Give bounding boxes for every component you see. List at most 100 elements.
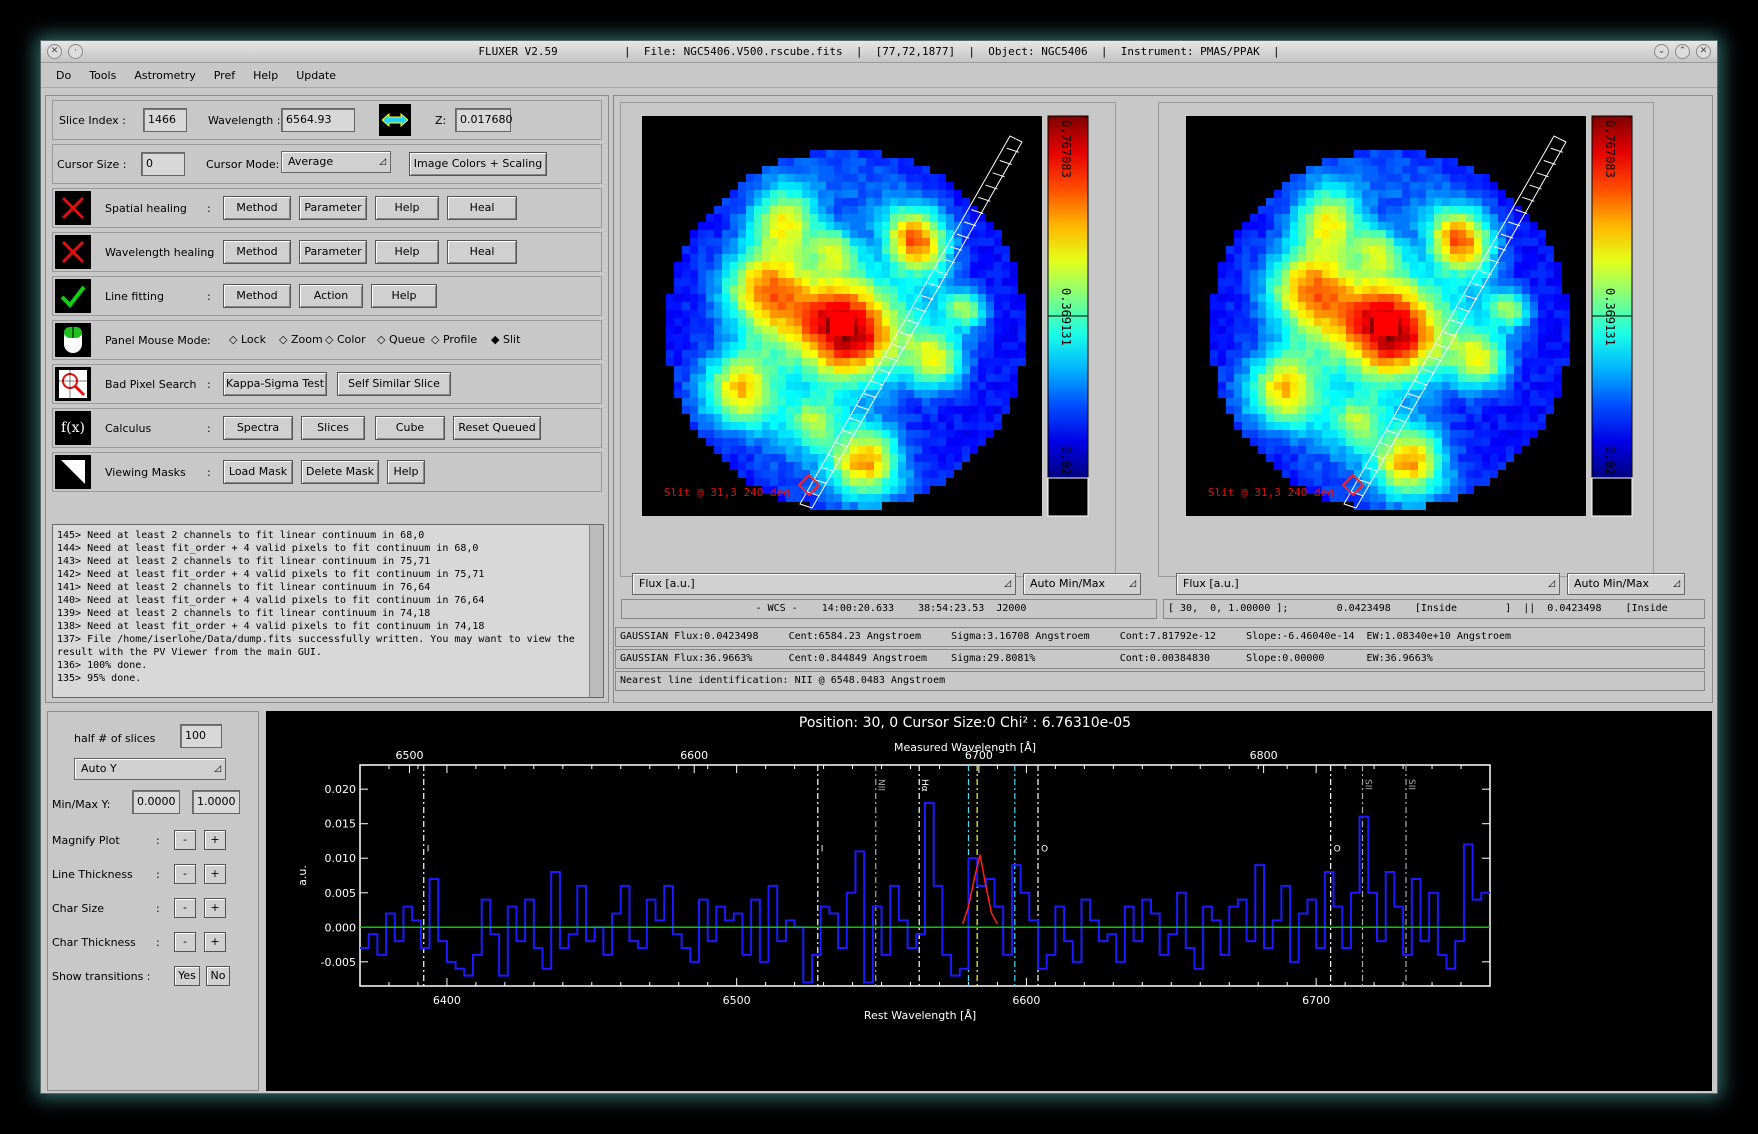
spatial-method-button[interactable]: Method: [223, 196, 291, 220]
y-tick-label: 0.005: [325, 887, 357, 900]
wavelength-method-button[interactable]: Method: [223, 240, 291, 264]
function-icon: f(x): [55, 411, 91, 445]
mouse-mode-row: Panel Mouse Mode : ◇ Lock ◇ Zoom ◇ Color…: [52, 320, 602, 360]
menu-astrometry[interactable]: Astrometry: [125, 69, 204, 82]
maximize-icon[interactable]: ⌃: [1675, 44, 1690, 59]
magnify-minus-button[interactable]: -: [174, 830, 196, 850]
transition-label: I: [821, 844, 824, 854]
slice-row: Slice Index : 1466 Wavelength : 6564.93 …: [52, 100, 602, 140]
scale-dropdown-right[interactable]: Auto Min/Max ◿: [1567, 573, 1685, 595]
app-menu-icon[interactable]: ✕: [47, 44, 62, 59]
colorbar-min: 0.02: [1603, 446, 1617, 475]
masks-help-button[interactable]: Help: [387, 460, 425, 484]
calculus-label: Calculus: [105, 422, 152, 435]
z-label: Z:: [435, 114, 447, 127]
menu-help[interactable]: Help: [244, 69, 287, 82]
y-axis-label: a.u.: [296, 865, 309, 886]
colon: :: [207, 334, 211, 347]
colon: :: [207, 202, 211, 215]
cursor-mode-dropdown[interactable]: Average ◿: [281, 151, 391, 173]
half-slices-input[interactable]: 100: [180, 724, 222, 748]
z-input[interactable]: 0.017680: [455, 108, 513, 132]
transition-label: I: [427, 844, 430, 854]
char-thickness-minus-button[interactable]: -: [174, 932, 196, 952]
auto-y-dropdown[interactable]: Auto Y ◿: [74, 758, 226, 780]
radio-profile[interactable]: ◇ Profile: [431, 333, 477, 346]
spectra-button[interactable]: Spectra: [223, 416, 293, 440]
max-y-input[interactable]: 1.0000: [192, 790, 240, 814]
galaxy-image-left[interactable]: Slit @ 31,3 240 deg 0.767083 0.369131 0.02: [640, 114, 1150, 564]
log-line: 137> File /home/iserlohe/Data/dump.fits …: [57, 634, 575, 645]
cube-button[interactable]: Cube: [375, 416, 445, 440]
minimize-icon[interactable]: ⌄: [1654, 44, 1669, 59]
x-tick-label: 6500: [723, 994, 751, 1007]
galaxy-image-right[interactable]: Slit @ 31,3 240 deg 0.767083 0.369131 0.02: [1184, 114, 1694, 564]
colon: :: [207, 246, 211, 259]
wavelength-input[interactable]: 6564.93: [281, 108, 355, 132]
radio-color[interactable]: ◇ Color: [325, 333, 366, 346]
fit-info-line-1: GAUSSIAN Flux:0.0423498 Cent:6584.23 Ang…: [615, 627, 1705, 647]
menu-do[interactable]: Do: [47, 69, 80, 82]
char-thickness-plus-button[interactable]: +: [204, 932, 226, 952]
char-size-plus-button[interactable]: +: [204, 898, 226, 918]
transition-label: SII: [1406, 779, 1416, 790]
linefit-help-button[interactable]: Help: [371, 284, 437, 308]
wavelength-help-button[interactable]: Help: [375, 240, 439, 264]
flux-dropdown-left[interactable]: Flux [a.u.] ◿: [632, 573, 1016, 595]
scale-dropdown-left[interactable]: Auto Min/Max ◿: [1023, 573, 1141, 595]
flux-dropdown-right[interactable]: Flux [a.u.] ◿: [1176, 573, 1560, 595]
kappa-sigma-button[interactable]: Kappa-Sigma Test: [223, 372, 327, 396]
y-tick-label: 0.000: [325, 921, 357, 934]
menu-tools[interactable]: Tools: [80, 69, 125, 82]
mouse-mode-label: Panel Mouse Mode: [105, 334, 208, 347]
linefit-method-button[interactable]: Method: [223, 284, 291, 308]
log-line: 139> Need at least 2 channels to fit lin…: [57, 608, 431, 619]
linefit-action-button[interactable]: Action: [299, 284, 363, 308]
spatial-heal-button[interactable]: Heal: [447, 196, 517, 220]
plot-header: Position: 30, 0 Cursor Size:0 Chi² : 6.7…: [799, 715, 1131, 731]
char-size-minus-button[interactable]: -: [174, 898, 196, 918]
log-line: 142> Need at least fit_order + 4 valid p…: [57, 569, 485, 580]
image-colors-button[interactable]: Image Colors + Scaling: [409, 152, 547, 176]
char-thickness-label: Char Thickness: [52, 936, 136, 949]
window-title: FLUXER V2.59 | File: NGC5406.V500.rscube…: [478, 45, 1280, 58]
menu-update[interactable]: Update: [287, 69, 345, 82]
cursor-mode-label: Cursor Mode:: [206, 158, 280, 171]
radio-lock[interactable]: ◇ Lock: [229, 333, 266, 346]
menu-pref[interactable]: Pref: [205, 69, 244, 82]
reset-queued-button[interactable]: Reset Queued: [453, 416, 541, 440]
line-fitting-label: Line fitting: [105, 290, 164, 303]
radio-queue[interactable]: ◇ Queue: [377, 333, 425, 346]
magnifier-icon: [55, 367, 91, 401]
radio-slit[interactable]: ◆ Slit: [491, 333, 520, 346]
wavelength-heal-button[interactable]: Heal: [447, 240, 517, 264]
self-similar-button[interactable]: Self Similar Slice: [337, 372, 451, 396]
close-icon[interactable]: ✕: [1696, 44, 1711, 59]
radio-zoom[interactable]: ◇ Zoom: [279, 333, 323, 346]
line-thickness-plus-button[interactable]: +: [204, 864, 226, 884]
x2-tick-label: 6700: [965, 749, 993, 762]
swap-arrows-icon[interactable]: [379, 104, 411, 136]
transition-label: Hα: [919, 779, 929, 792]
chevron-down-icon: ◿: [1004, 579, 1011, 589]
char-size-label: Char Size: [52, 902, 104, 915]
load-mask-button[interactable]: Load Mask: [223, 460, 293, 484]
cursor-size-input[interactable]: 0: [141, 152, 185, 176]
shade-icon[interactable]: ·: [68, 44, 83, 59]
message-log[interactable]: 145> Need at least 2 channels to fit lin…: [52, 524, 604, 698]
transitions-yes-button[interactable]: Yes: [174, 966, 200, 986]
magnify-plus-button[interactable]: +: [204, 830, 226, 850]
min-y-input[interactable]: 0.0000: [132, 790, 180, 814]
log-scrollbar[interactable]: [589, 525, 603, 697]
delete-mask-button[interactable]: Delete Mask: [301, 460, 379, 484]
slice-index-input[interactable]: 1466: [143, 108, 187, 132]
spectrum-plot[interactable]: Position: 30, 0 Cursor Size:0 Chi² : 6.7…: [266, 711, 1712, 1091]
bottom-axis-label: Rest Wavelength [Å]: [864, 1009, 976, 1022]
transitions-no-button[interactable]: No: [206, 966, 230, 986]
slices-button[interactable]: Slices: [301, 416, 365, 440]
colon: :: [156, 902, 160, 915]
spatial-help-button[interactable]: Help: [375, 196, 439, 220]
wavelength-parameter-button[interactable]: Parameter: [299, 240, 367, 264]
line-thickness-minus-button[interactable]: -: [174, 864, 196, 884]
spatial-parameter-button[interactable]: Parameter: [299, 196, 367, 220]
